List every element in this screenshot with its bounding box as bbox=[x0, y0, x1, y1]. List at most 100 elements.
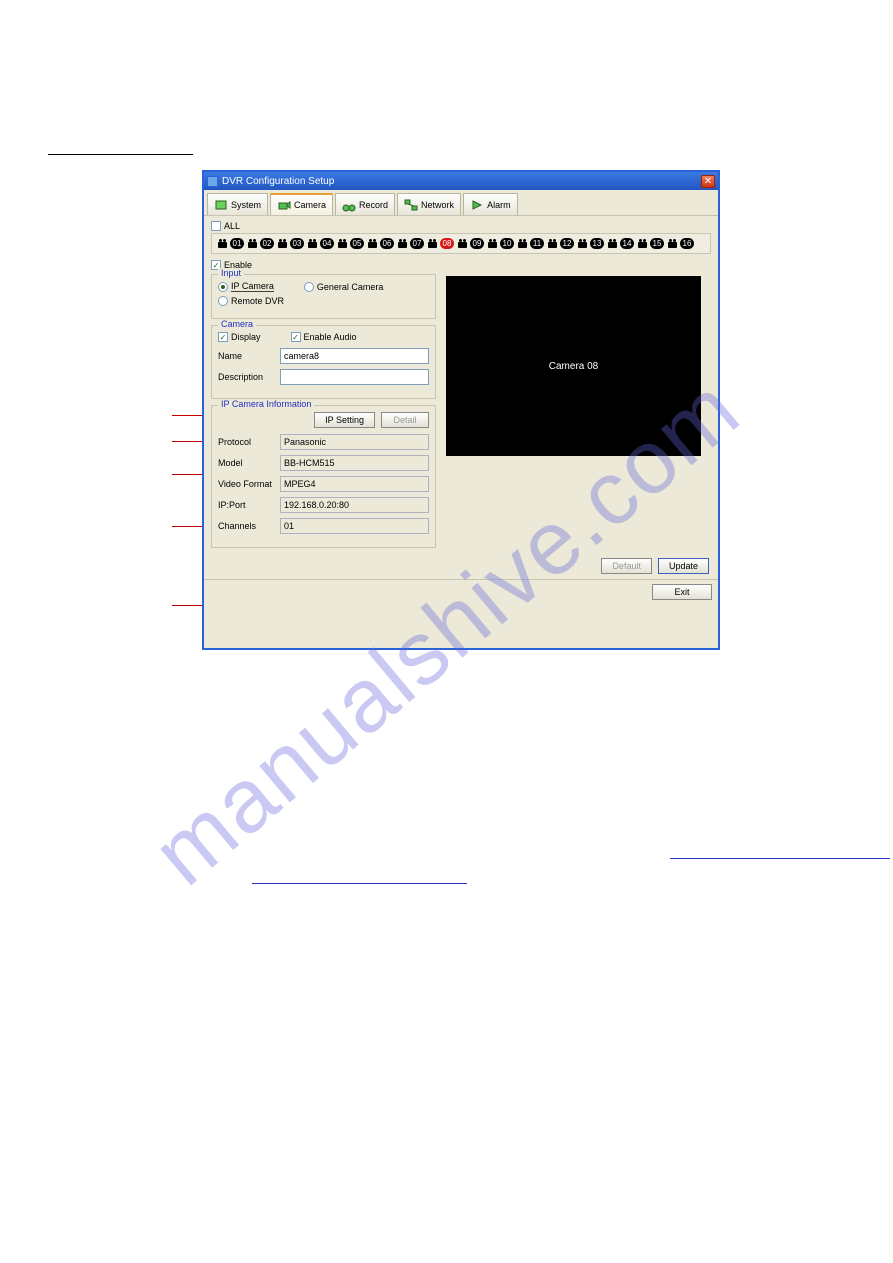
video-format-field bbox=[280, 476, 429, 492]
tab-camera[interactable]: Camera bbox=[270, 193, 333, 215]
tab-bar: System Camera Record Network Alarm bbox=[204, 190, 718, 216]
camera-number: 01 bbox=[230, 238, 244, 249]
camera-chip[interactable]: 12 bbox=[546, 238, 574, 249]
preview-text: Camera 08 bbox=[549, 361, 598, 372]
ip-port-label: IP:Port bbox=[218, 500, 274, 510]
camcorder-icon bbox=[486, 238, 499, 249]
default-button[interactable]: Default bbox=[601, 558, 652, 574]
camera-number: 04 bbox=[320, 238, 334, 249]
camera-number: 02 bbox=[260, 238, 274, 249]
remote-dvr-radio[interactable] bbox=[218, 296, 228, 306]
camera-number: 05 bbox=[350, 238, 364, 249]
camera-number: 03 bbox=[290, 238, 304, 249]
tab-label: Record bbox=[359, 200, 388, 210]
window-title: DVR Configuration Setup bbox=[222, 176, 701, 187]
camera-number: 09 bbox=[470, 238, 484, 249]
general-camera-radio[interactable] bbox=[304, 282, 314, 292]
description-input[interactable] bbox=[280, 369, 429, 385]
camera-number: 12 bbox=[560, 238, 574, 249]
heading-underline bbox=[48, 130, 193, 155]
camera-chip[interactable]: 16 bbox=[666, 238, 694, 249]
camera-chip[interactable]: 11 bbox=[516, 238, 544, 249]
camera-chip[interactable]: 07 bbox=[396, 238, 424, 249]
channels-field bbox=[280, 518, 429, 534]
name-input[interactable] bbox=[280, 348, 429, 364]
camera-chip[interactable]: 10 bbox=[486, 238, 514, 249]
close-button[interactable]: ✕ bbox=[701, 175, 715, 188]
camera-selector-row: 01 02 03 04 05 06 07 08 09 10 11 12 13 1… bbox=[211, 233, 711, 254]
camera-chip[interactable]: 08 bbox=[426, 238, 454, 249]
camcorder-icon bbox=[606, 238, 619, 249]
tab-alarm[interactable]: Alarm bbox=[463, 193, 518, 215]
camera-icon bbox=[277, 198, 291, 212]
camera-chip[interactable]: 04 bbox=[306, 238, 334, 249]
tab-system[interactable]: System bbox=[207, 193, 268, 215]
display-label: Display bbox=[231, 332, 261, 342]
tab-label: Camera bbox=[294, 200, 326, 210]
camera-chip[interactable]: 15 bbox=[636, 238, 664, 249]
page-link-underline-2 bbox=[252, 882, 467, 884]
camcorder-icon bbox=[336, 238, 349, 249]
name-label: Name bbox=[218, 351, 274, 361]
group-title: IP Camera Information bbox=[218, 399, 314, 409]
camera-chip[interactable]: 02 bbox=[246, 238, 274, 249]
camcorder-icon bbox=[576, 238, 589, 249]
tab-record[interactable]: Record bbox=[335, 193, 395, 215]
camera-number: 13 bbox=[590, 238, 604, 249]
description-label: Description bbox=[218, 372, 274, 382]
general-camera-label: General Camera bbox=[317, 282, 384, 292]
camera-chip[interactable]: 13 bbox=[576, 238, 604, 249]
detail-button[interactable]: Detail bbox=[381, 412, 429, 428]
camera-chip[interactable]: 03 bbox=[276, 238, 304, 249]
all-checkbox[interactable] bbox=[211, 221, 221, 231]
camera-number: 16 bbox=[680, 238, 694, 249]
camera-chip[interactable]: 01 bbox=[216, 238, 244, 249]
camcorder-icon bbox=[246, 238, 259, 249]
camera-chip[interactable]: 09 bbox=[456, 238, 484, 249]
app-icon bbox=[207, 176, 218, 187]
config-window: DVR Configuration Setup ✕ System Camera … bbox=[202, 170, 720, 650]
tab-label: Network bbox=[421, 200, 454, 210]
tab-network[interactable]: Network bbox=[397, 193, 461, 215]
camcorder-icon bbox=[666, 238, 679, 249]
ip-setting-button[interactable]: IP Setting bbox=[314, 412, 375, 428]
tab-label: Alarm bbox=[487, 200, 511, 210]
camcorder-icon bbox=[426, 238, 439, 249]
system-icon bbox=[214, 198, 228, 212]
all-label: ALL bbox=[224, 221, 240, 231]
exit-button[interactable]: Exit bbox=[652, 584, 712, 600]
camera-chip[interactable]: 06 bbox=[366, 238, 394, 249]
camera-number: 07 bbox=[410, 238, 424, 249]
camera-chip[interactable]: 05 bbox=[336, 238, 364, 249]
camcorder-icon bbox=[276, 238, 289, 249]
video-format-label: Video Format bbox=[218, 479, 274, 489]
group-title: Input bbox=[218, 268, 244, 278]
model-field bbox=[280, 455, 429, 471]
camcorder-icon bbox=[456, 238, 469, 249]
protocol-label: Protocol bbox=[218, 437, 274, 447]
page-link-underline-1 bbox=[670, 857, 890, 859]
channels-label: Channels bbox=[218, 521, 274, 531]
ip-camera-radio[interactable] bbox=[218, 282, 228, 292]
camera-chip[interactable]: 14 bbox=[606, 238, 634, 249]
camera-number: 10 bbox=[500, 238, 514, 249]
camera-number: 06 bbox=[380, 238, 394, 249]
remote-dvr-label: Remote DVR bbox=[231, 296, 284, 306]
model-label: Model bbox=[218, 458, 274, 468]
ip-port-field bbox=[280, 497, 429, 513]
alarm-icon bbox=[470, 198, 484, 212]
record-icon bbox=[342, 198, 356, 212]
update-button[interactable]: Update bbox=[658, 558, 709, 574]
camcorder-icon bbox=[546, 238, 559, 249]
display-checkbox[interactable]: ✓ bbox=[218, 332, 228, 342]
camera-preview: Camera 08 bbox=[446, 276, 701, 456]
camera-number: 14 bbox=[620, 238, 634, 249]
group-title: Camera bbox=[218, 319, 256, 329]
titlebar[interactable]: DVR Configuration Setup ✕ bbox=[204, 172, 718, 190]
enable-audio-checkbox[interactable]: ✓ bbox=[291, 332, 301, 342]
tab-label: System bbox=[231, 200, 261, 210]
protocol-field bbox=[280, 434, 429, 450]
close-icon: ✕ bbox=[704, 176, 712, 187]
camcorder-icon bbox=[396, 238, 409, 249]
camera-number: 11 bbox=[530, 238, 544, 249]
